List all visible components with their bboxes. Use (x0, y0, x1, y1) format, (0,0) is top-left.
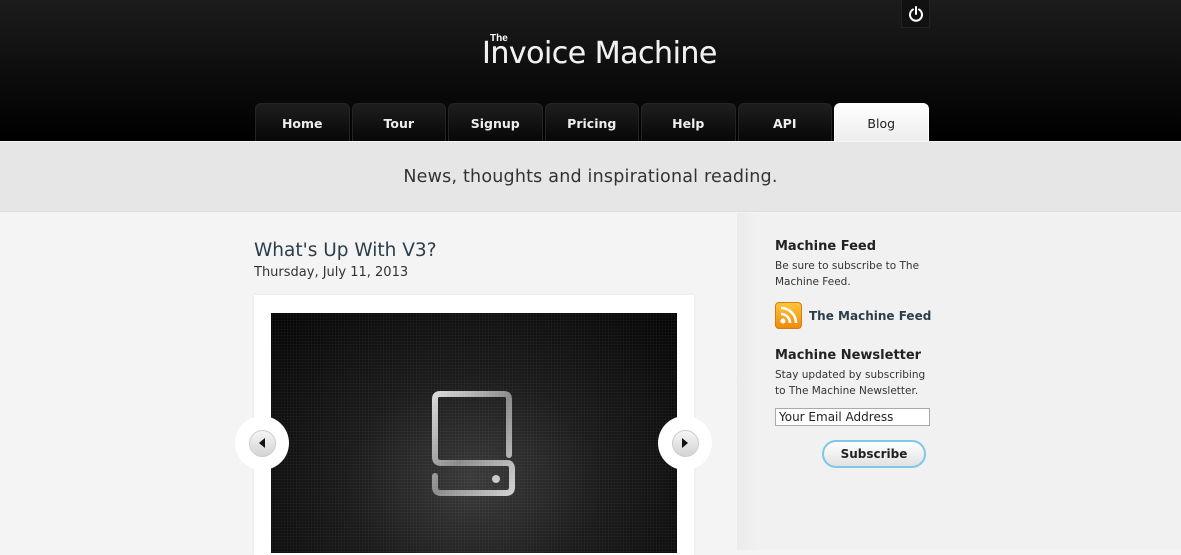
arrow-left-icon (259, 438, 265, 448)
slider-prev-button[interactable] (235, 416, 289, 470)
tab-api[interactable]: API (737, 103, 832, 141)
post-title[interactable]: What's Up With V3? (254, 240, 437, 261)
tab-help[interactable]: Help (641, 103, 736, 141)
logo-title: Invoice Machine (482, 36, 717, 71)
rss-icon (775, 302, 802, 329)
main-nav: Home Tour Signup Pricing Help API Blog (255, 103, 929, 141)
tab-tour[interactable]: Tour (351, 103, 446, 141)
tab-blog[interactable]: Blog (834, 103, 929, 141)
power-icon (908, 5, 923, 22)
feed-description: Be sure to subscribe to The Machine Feed… (775, 260, 920, 288)
tagline: News, thoughts and inspirational reading… (403, 166, 778, 187)
feed-link-label: The Machine Feed (809, 308, 932, 323)
slider-next-circle (671, 429, 699, 457)
slider-next-button[interactable] (658, 416, 712, 470)
feed-heading: Machine Feed (775, 239, 877, 254)
subscribe-button[interactable]: Subscribe (822, 440, 926, 468)
email-input[interactable] (775, 408, 930, 426)
site-header: The Invoice Machine Home Tour Signup Pri… (0, 0, 1181, 141)
machine-feed-link[interactable]: The Machine Feed (775, 302, 931, 329)
post-date: Thursday, July 11, 2013 (254, 265, 409, 280)
slide-image (271, 313, 677, 553)
newsletter-description: Stay updated by subscribing to The Machi… (775, 369, 926, 397)
tagline-band: News, thoughts and inspirational reading… (0, 142, 1181, 212)
device-icon (432, 391, 515, 496)
power-button[interactable] (901, 0, 930, 28)
arrow-right-icon (682, 438, 688, 448)
tab-home[interactable]: Home (255, 103, 350, 141)
tab-signup[interactable]: Signup (448, 103, 543, 141)
newsletter-heading: Machine Newsletter (775, 348, 922, 363)
tab-pricing[interactable]: Pricing (544, 103, 639, 141)
slider-prev-circle (248, 429, 276, 457)
